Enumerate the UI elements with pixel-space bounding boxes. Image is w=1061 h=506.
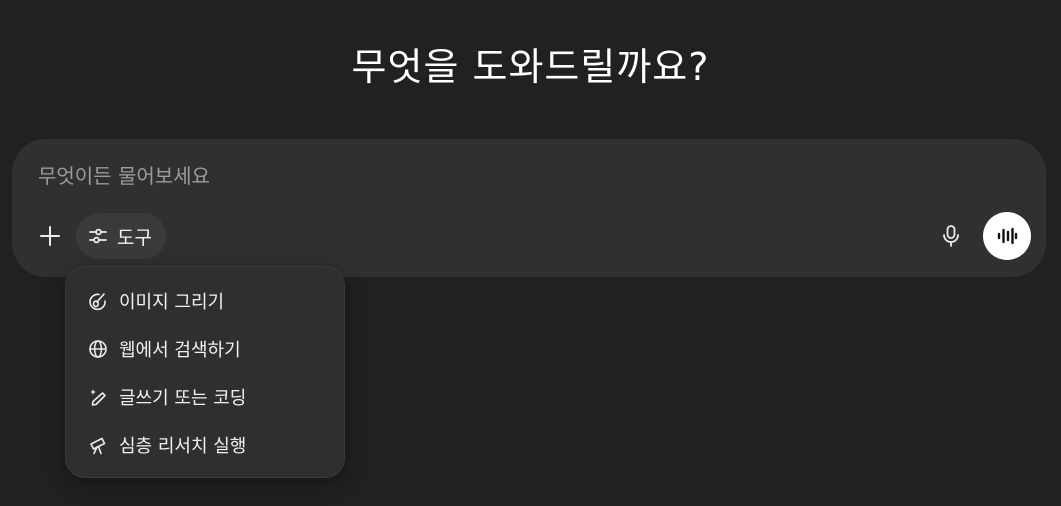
telescope-icon [90,437,106,455]
menu-item-deep-research[interactable]: 심층 리서치 실행 [66,421,344,469]
menu-item-label: 웹에서 검색하기 [119,340,241,361]
globe-icon [89,340,107,358]
chat-home: 무엇을 도와드릴까요? 도구 [0,0,1061,506]
voice-waveform-icon [997,227,1018,245]
pen-sparkle-icon [90,389,106,406]
menu-item-draw-image[interactable]: 이미지 그리기 [66,277,344,325]
menu-item-write-or-code[interactable]: 글쓰기 또는 코딩 [66,373,344,421]
tools-menu: 이미지 그리기 웹에서 검색하기 글쓰기 또는 코딩 심층 리서치 실행 [65,266,345,478]
tools-button[interactable]: 도구 [76,213,166,259]
microphone-icon [943,225,959,247]
prompt-input[interactable] [38,161,898,191]
dictate-button[interactable] [936,219,966,253]
menu-item-label: 심층 리서치 실행 [119,436,247,457]
sliders-icon [89,228,107,244]
plus-icon [40,226,60,246]
add-attachment-button[interactable] [36,219,64,253]
page-title: 무엇을 도와드릴까요? [351,45,710,89]
message-composer: 도구 [12,139,1046,277]
tools-label: 도구 [117,226,152,249]
menu-item-web-search[interactable]: 웹에서 검색하기 [66,325,344,373]
menu-item-label: 이미지 그리기 [119,292,225,313]
paint-brush-icon [89,293,106,311]
voice-mode-button[interactable] [983,212,1031,260]
menu-item-label: 글쓰기 또는 코딩 [119,388,247,409]
